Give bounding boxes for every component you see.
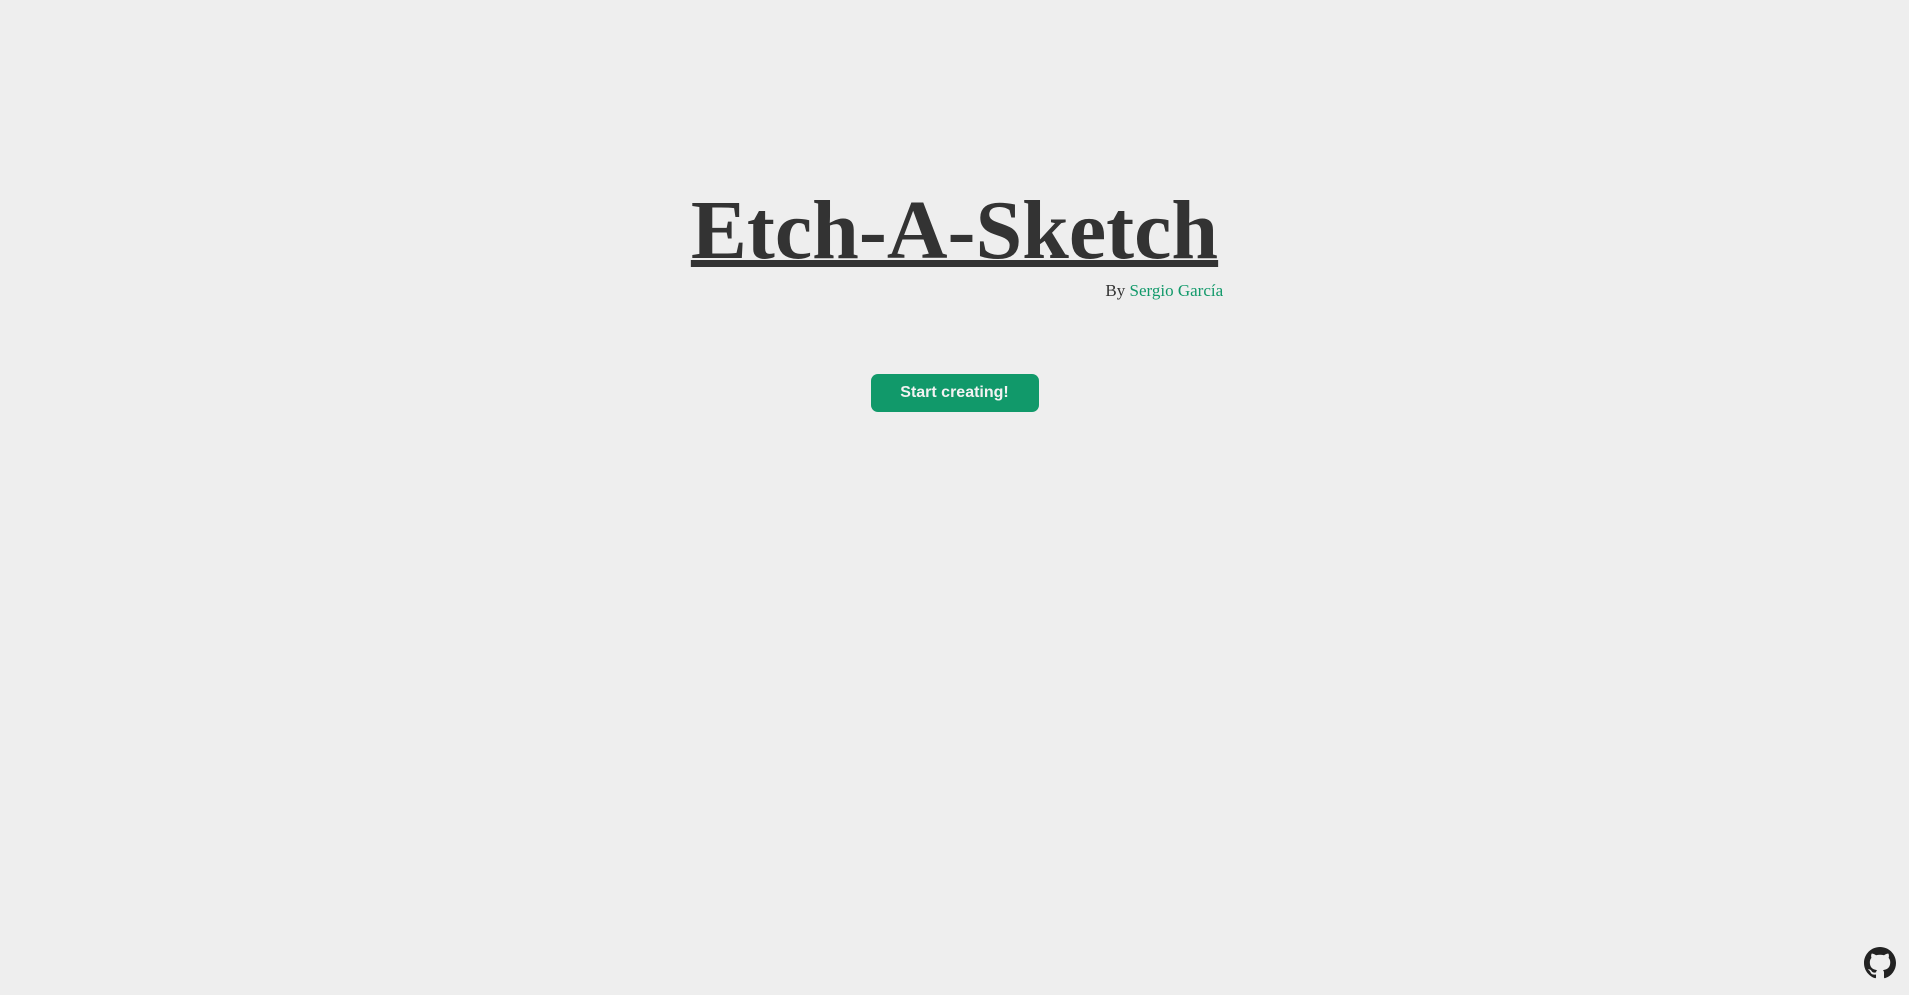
start-creating-button[interactable]: Start creating! bbox=[870, 374, 1039, 412]
page: Etch-A-Sketch By Sergio García Start cre… bbox=[0, 0, 1909, 995]
cta-row: Start creating! bbox=[0, 374, 1909, 412]
author-link[interactable]: Sergio García bbox=[1130, 281, 1224, 300]
title-block: Etch-A-Sketch By Sergio García bbox=[690, 184, 1223, 301]
github-icon[interactable] bbox=[1864, 947, 1896, 979]
byline-prefix: By bbox=[1105, 281, 1126, 300]
page-title: Etch-A-Sketch bbox=[690, 184, 1219, 277]
byline: By Sergio García bbox=[691, 281, 1223, 301]
header: Etch-A-Sketch By Sergio García bbox=[0, 185, 1909, 301]
